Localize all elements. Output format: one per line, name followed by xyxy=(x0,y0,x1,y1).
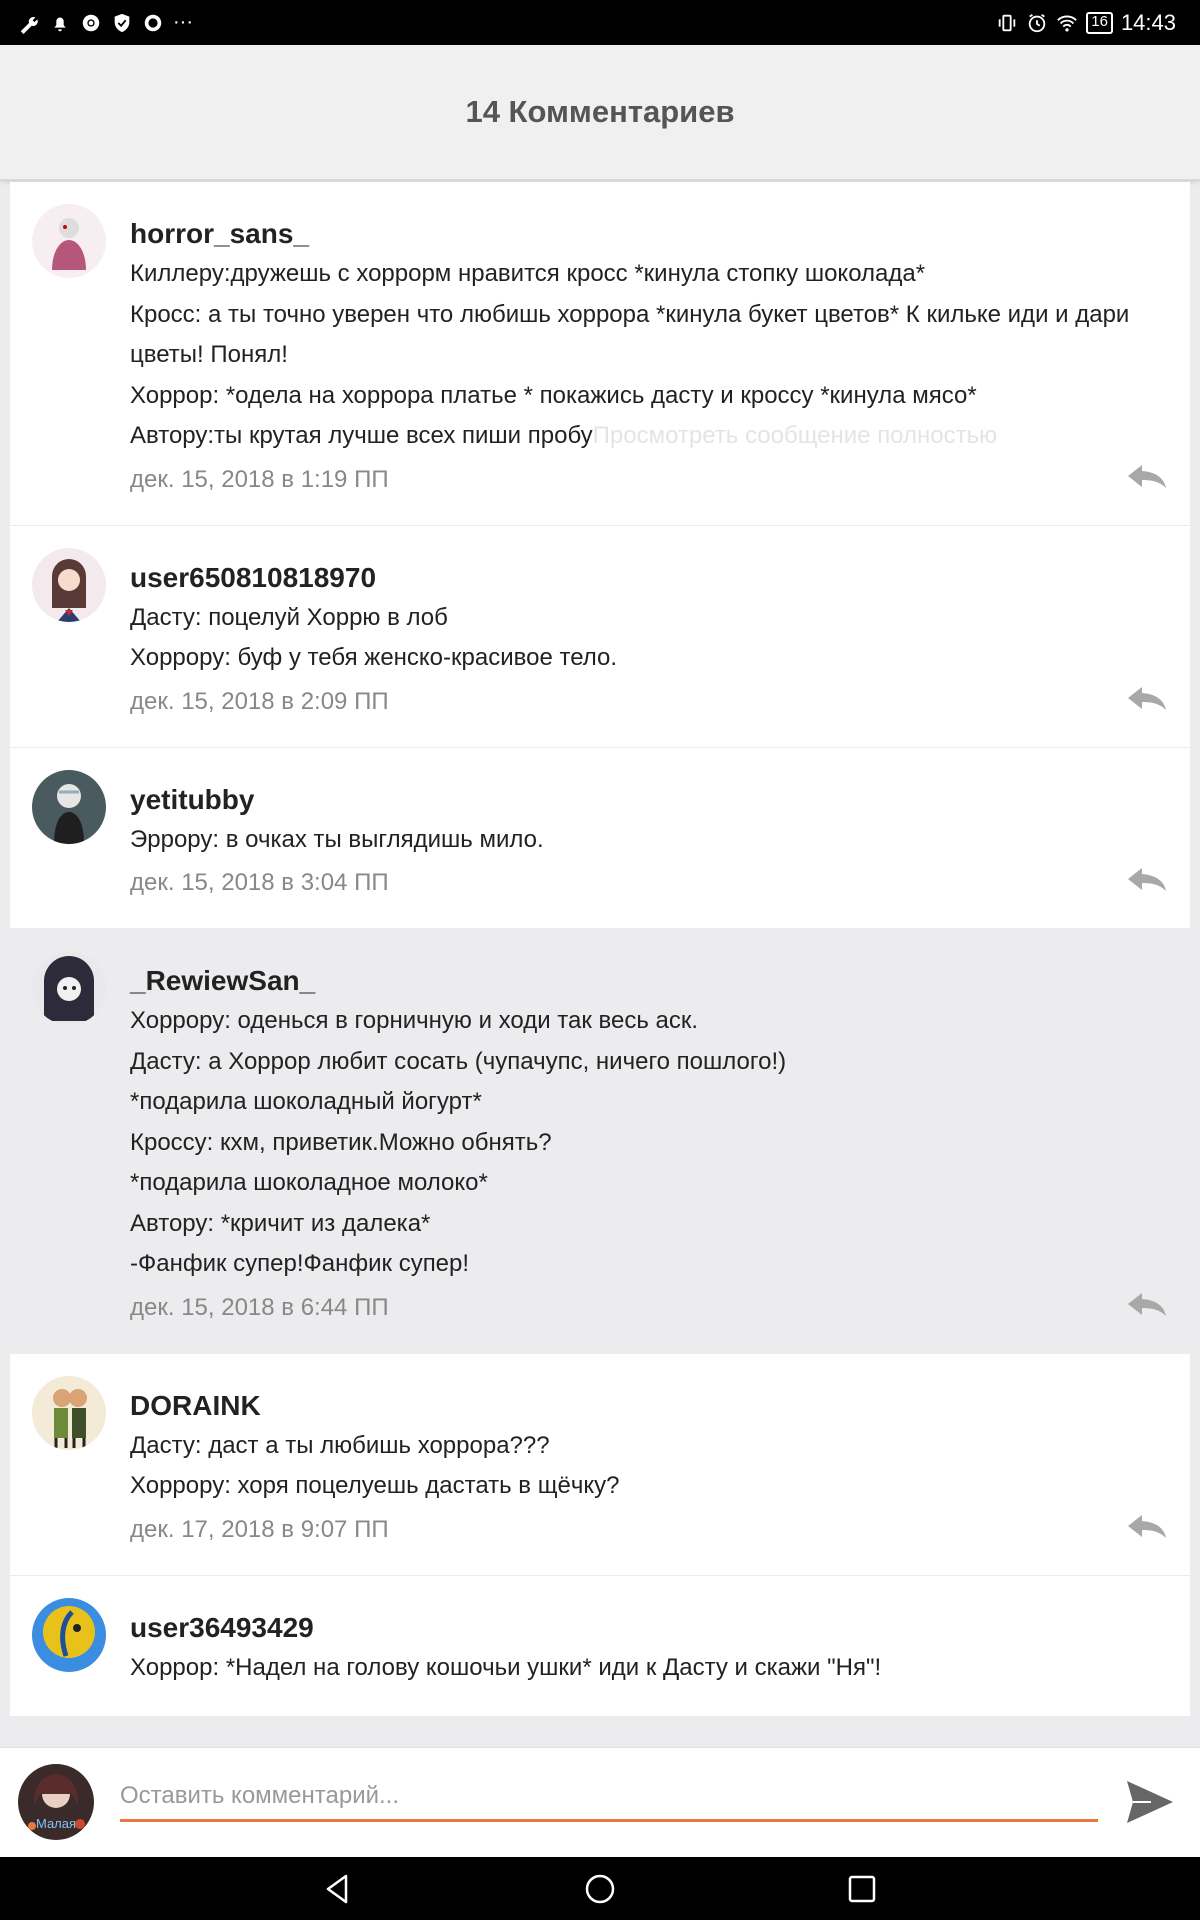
system-nav-bar xyxy=(0,1857,1200,1920)
comment-body: Киллеру:дружешь с хоррорм нравится кросс… xyxy=(130,260,1130,449)
reply-icon[interactable] xyxy=(1126,1513,1168,1539)
bell-icon xyxy=(49,12,71,34)
shield-icon xyxy=(111,12,133,34)
avatar[interactable] xyxy=(32,547,106,622)
reply-icon[interactable] xyxy=(1126,463,1168,489)
comment-item: user650810818970 Дасту: поцелуй Хоррю в … xyxy=(10,525,1190,748)
comment-author[interactable]: user36493429 xyxy=(130,1608,1160,1648)
status-left-icons: ··· xyxy=(18,11,193,34)
battery-icon: 16 xyxy=(1086,11,1113,34)
comment-composer: Малая xyxy=(0,1747,1200,1857)
avatar[interactable] xyxy=(32,769,106,844)
comment-list[interactable]: horror_sans_ Киллеру:дружешь с хоррорм н… xyxy=(0,182,1200,1747)
reply-icon[interactable] xyxy=(1126,1291,1168,1317)
view-full-message-link[interactable]: Просмотреть сообщение полностью xyxy=(593,422,997,449)
chrome-icon xyxy=(80,12,102,34)
comment-date: дек. 15, 2018 в 6:44 ПП xyxy=(130,1293,389,1321)
clock: 14:43 xyxy=(1120,9,1176,35)
status-bar: ··· 16 14:43 xyxy=(0,0,1200,45)
comment-input[interactable] xyxy=(120,1772,1098,1822)
svg-text:Малая: Малая xyxy=(36,1816,76,1831)
reply-icon[interactable] xyxy=(1126,866,1168,892)
comment-date: дек. 15, 2018 в 1:19 ПП xyxy=(130,465,389,493)
comment-body: Эррору: в очках ты выглядишь мило. xyxy=(130,825,544,853)
status-right-icons: 16 14:43 xyxy=(996,10,1176,36)
comment-item: user36493429 Хоррор: *Надел на голову ко… xyxy=(10,1575,1190,1717)
comment-body: Дасту: даст а ты любишь хоррора??? Хорро… xyxy=(130,1431,620,1500)
comment-body: Дасту: поцелуй Хоррю в лоб Хоррору: буф … xyxy=(130,603,618,672)
wrench-icon xyxy=(18,12,40,34)
comment-item-highlighted: _RewiewSan_ Хоррору: оденься в горничную… xyxy=(0,929,1200,1354)
comment-item: DORAINK Дасту: даст а ты любишь хоррора?… xyxy=(10,1353,1190,1576)
app-icon xyxy=(142,12,164,34)
comment-author[interactable]: DORAINK xyxy=(130,1386,1160,1426)
comment-item: horror_sans_ Киллеру:дружешь с хоррорм н… xyxy=(10,182,1190,526)
avatar[interactable] xyxy=(32,951,106,1025)
vibrate-icon xyxy=(996,12,1018,34)
user-avatar[interactable]: Малая xyxy=(18,1764,94,1840)
reply-icon[interactable] xyxy=(1126,685,1168,711)
alarm-icon xyxy=(1026,12,1048,34)
avatar[interactable] xyxy=(32,1375,106,1450)
comment-author[interactable]: _RewiewSan_ xyxy=(130,961,1160,1001)
comment-date: дек. 17, 2018 в 9:07 ПП xyxy=(130,1515,389,1543)
comment-author[interactable]: horror_sans_ xyxy=(130,214,1160,254)
comment-body: Хоррору: оденься в горничную и ходи так … xyxy=(130,1007,787,1277)
comments-header: 14 Комментариев xyxy=(0,45,1200,180)
comment-item: yetitubby Эррору: в очках ты выглядишь м… xyxy=(10,747,1190,929)
back-icon[interactable] xyxy=(321,1872,355,1906)
avatar[interactable] xyxy=(32,1597,106,1672)
comment-author[interactable]: user650810818970 xyxy=(130,558,1160,598)
send-icon[interactable] xyxy=(1124,1776,1176,1828)
page-title: 14 Комментариев xyxy=(465,94,735,129)
more-notifications: ··· xyxy=(173,11,193,33)
comment-body: Хоррор: *Надел на голову кошочьи ушки* и… xyxy=(130,1653,882,1681)
comment-author[interactable]: yetitubby xyxy=(130,780,1160,820)
home-icon[interactable] xyxy=(583,1872,617,1906)
comment-text: Киллеру:дружешь с хоррорм нравится кросс… xyxy=(130,254,1160,457)
recents-icon[interactable] xyxy=(845,1872,879,1906)
comment-date: дек. 15, 2018 в 3:04 ПП xyxy=(130,869,389,896)
comment-date: дек. 15, 2018 в 2:09 ПП xyxy=(130,687,389,715)
avatar[interactable] xyxy=(32,204,106,278)
wifi-icon xyxy=(1056,12,1078,34)
